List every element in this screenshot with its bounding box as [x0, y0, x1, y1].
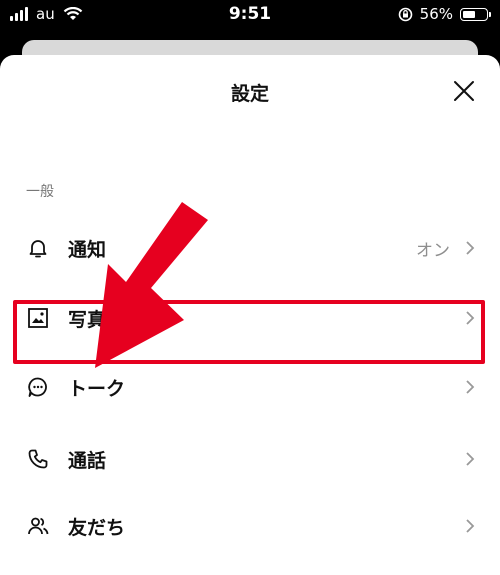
bell-icon: [26, 236, 50, 260]
row-label: トーク: [68, 377, 126, 400]
page-title: 設定: [230, 83, 269, 105]
section-label-general: 一般: [26, 184, 54, 200]
highlight-box: [13, 300, 485, 364]
row-label: 通話: [68, 449, 107, 472]
row-value: オン: [416, 240, 450, 261]
chevron-right-icon: [466, 241, 475, 255]
close-icon[interactable]: [452, 79, 476, 103]
rotation-lock-icon: [398, 7, 412, 21]
chat-bubble-icon: [26, 375, 50, 399]
friends-icon: [26, 514, 50, 538]
settings-row-calls[interactable]: 通話: [0, 429, 500, 489]
settings-row-notifications[interactable]: 通知 オン: [0, 218, 500, 278]
chevron-right-icon: [466, 380, 475, 394]
status-bar: au 9:51 56%: [0, 0, 500, 30]
settings-row-talk[interactable]: トーク: [0, 357, 500, 417]
battery-icon: [460, 7, 491, 21]
row-label: 通知: [68, 238, 107, 261]
chevron-right-icon: [466, 452, 475, 466]
phone-icon: [26, 447, 50, 471]
chevron-right-icon: [466, 519, 475, 533]
row-label: 友だち: [68, 516, 126, 539]
battery-percent: 56%: [419, 5, 453, 23]
settings-row-friends[interactable]: 友だち: [0, 496, 500, 556]
